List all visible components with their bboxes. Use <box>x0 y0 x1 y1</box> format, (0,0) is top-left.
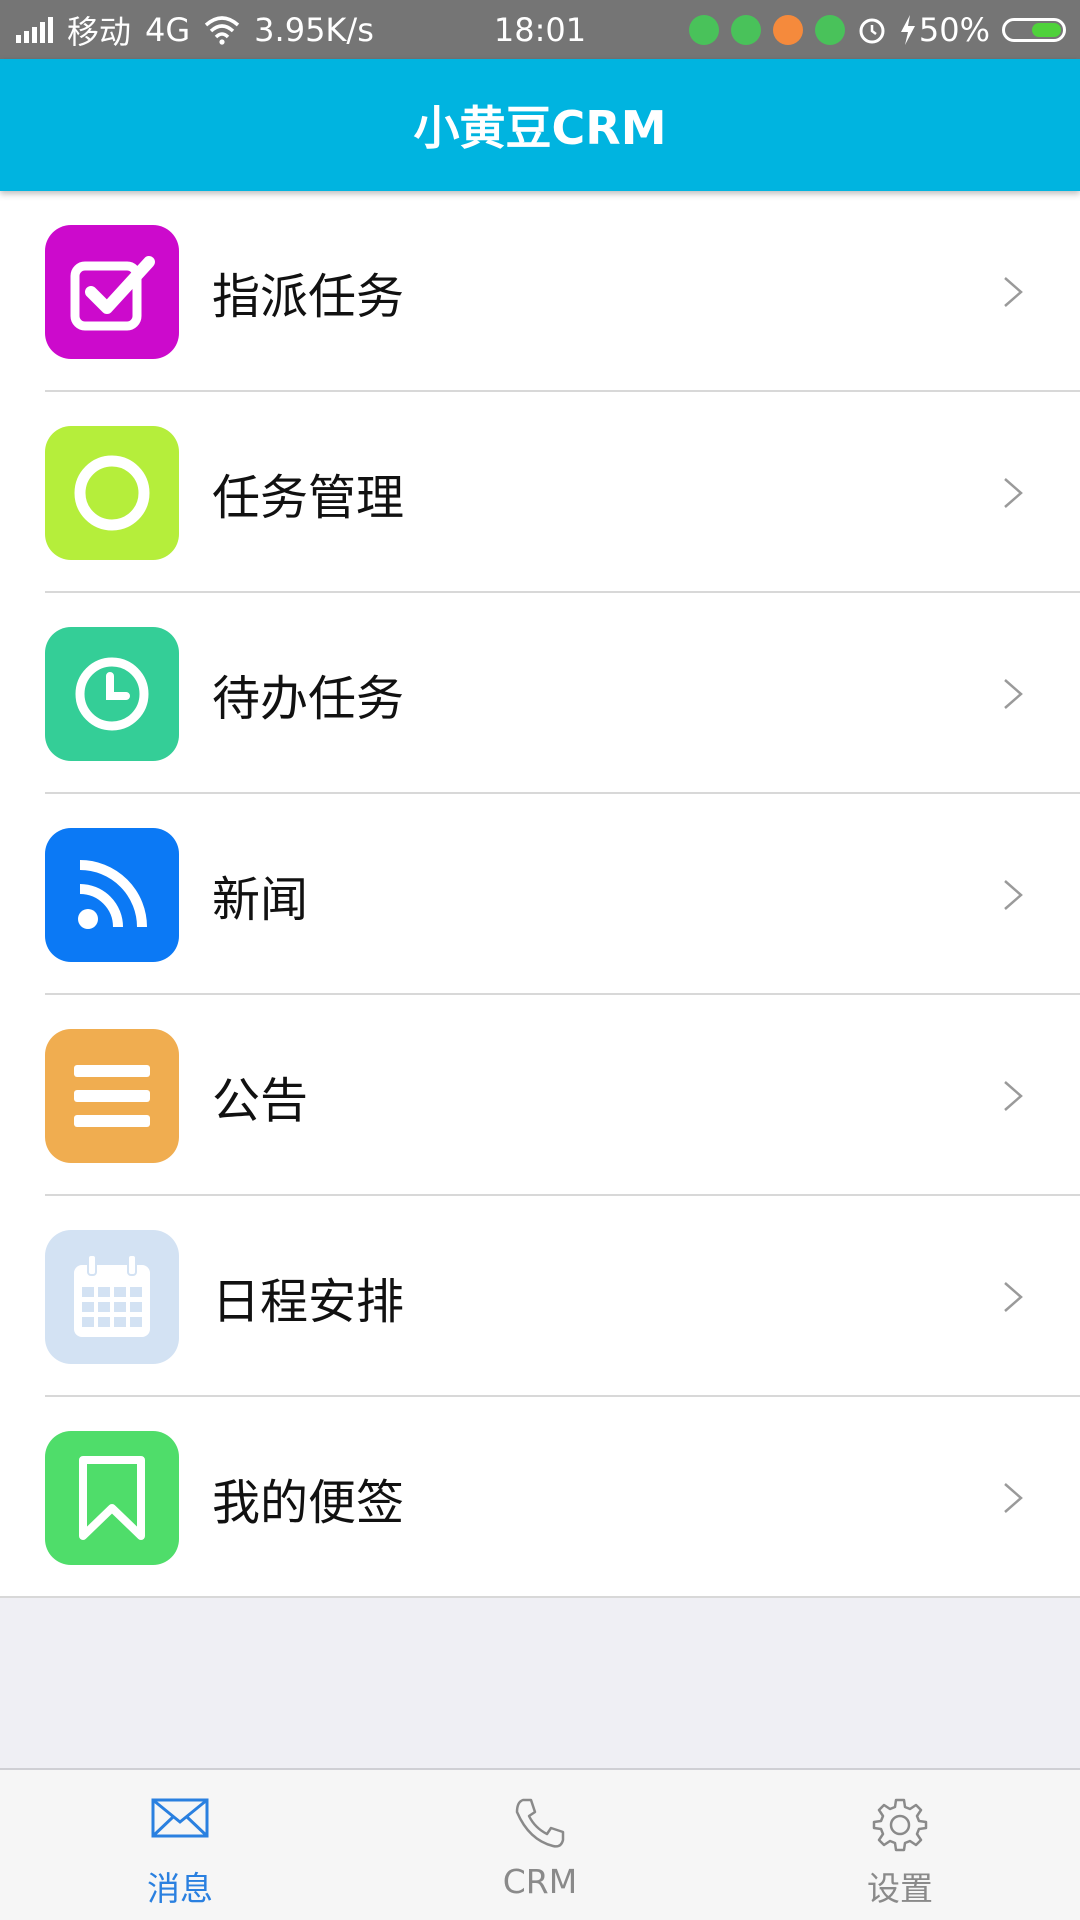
charging-icon <box>900 14 915 45</box>
phone-icon <box>515 1798 565 1848</box>
menu-item-news[interactable]: 新闻 <box>0 794 1080 995</box>
menu-label: 待办任务 <box>212 670 405 727</box>
tab-label: 设置 <box>867 1869 933 1908</box>
menu-item-schedule[interactable]: 日程安排 <box>0 1196 1080 1397</box>
chevron-right-icon <box>1004 880 1023 910</box>
menu-item-todo-task[interactable]: 待办任务 <box>0 593 1080 794</box>
menu-item-announcement[interactable]: 公告 <box>0 995 1080 1196</box>
menu-label: 我的便签 <box>212 1474 405 1531</box>
todo-task-icon-tile <box>45 627 179 761</box>
chevron-right-icon <box>1004 1483 1023 1513</box>
list-icon <box>74 1065 150 1127</box>
battery-notif-icon <box>730 14 761 45</box>
mail-icon <box>151 1798 209 1838</box>
my-notes-icon-tile <box>45 1431 179 1565</box>
gear-icon <box>872 1798 928 1852</box>
menu-label: 新闻 <box>212 871 309 928</box>
announcement-icon-tile <box>45 1029 179 1163</box>
tab-settings[interactable]: 设置 <box>780 1770 1020 1920</box>
menu-item-task-management[interactable]: 任务管理 <box>0 392 1080 593</box>
chevron-right-icon <box>1004 1081 1023 1111</box>
task-management-icon-tile <box>45 426 179 560</box>
news-icon-tile <box>45 828 179 962</box>
tab-messages[interactable]: 消息 <box>60 1770 300 1920</box>
tab-crm[interactable]: CRM <box>420 1770 660 1920</box>
menu-list: 指派任务 任务管理 待办任务 新闻 公告 日程安排 我的便签 <box>0 191 1080 1598</box>
chevron-right-icon <box>1004 277 1023 307</box>
rss-icon <box>78 860 147 929</box>
calendar-icon <box>74 1254 150 1337</box>
menu-label: 指派任务 <box>212 268 405 325</box>
page-title: 小黄豆CRM <box>413 101 667 155</box>
tab-icon-wrap <box>60 1796 300 1856</box>
battery-percent: 50% <box>918 10 990 49</box>
tab-icon-wrap <box>420 1796 660 1856</box>
menu-item-assign-task[interactable]: 指派任务 <box>0 191 1080 392</box>
alarm-icon <box>859 18 885 43</box>
tab-icon-wrap <box>780 1796 1020 1856</box>
divider <box>0 1596 1080 1598</box>
clock-icon <box>75 657 149 731</box>
menu-item-my-notes[interactable]: 我的便签 <box>0 1397 1080 1598</box>
menu-label: 公告 <box>212 1072 309 1129</box>
chevron-right-icon <box>1004 1282 1023 1312</box>
ring-icon <box>74 455 150 531</box>
chevron-right-icon <box>1004 679 1023 709</box>
android-notif-icon <box>688 14 719 45</box>
assign-task-icon-tile <box>45 225 179 359</box>
bookmark-icon <box>79 1456 145 1540</box>
status-right: 50% <box>688 0 1066 59</box>
android-notif-icon <box>814 14 845 45</box>
bottom-tab-bar: 消息 CRM 设置 <box>0 1768 1080 1920</box>
menu-label: 任务管理 <box>212 469 405 526</box>
orange-app-icon <box>772 14 803 45</box>
checkbox-icon <box>70 256 155 331</box>
app-header: 小黄豆CRM <box>0 59 1080 191</box>
status-bar: 移动 4G 3.95K/s 18:01 50% <box>0 0 1080 59</box>
tab-label: CRM <box>502 1862 578 1901</box>
battery-icon <box>1002 17 1066 42</box>
schedule-icon-tile <box>45 1230 179 1364</box>
menu-label: 日程安排 <box>212 1273 405 1330</box>
battery-level-fill <box>1032 22 1061 37</box>
tab-label: 消息 <box>147 1869 213 1908</box>
chevron-right-icon <box>1004 478 1023 508</box>
